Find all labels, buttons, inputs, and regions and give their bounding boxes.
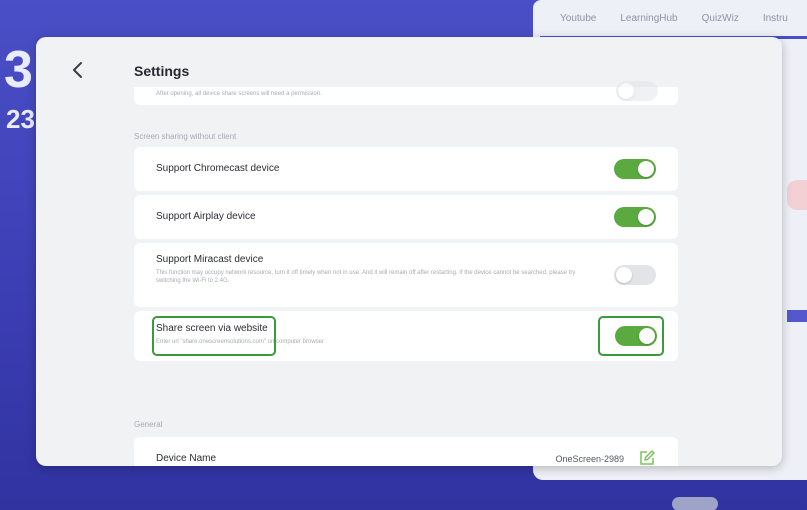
- chromecast-label: Support Chromecast device: [156, 163, 280, 174]
- miracast-description: This function may occupy network resourc…: [156, 270, 576, 284]
- background-accent: [787, 180, 807, 210]
- settings-row-chromecast[interactable]: Support Chromecast device: [134, 147, 678, 191]
- settings-row-miracast[interactable]: Support Miracast device This function ma…: [134, 243, 678, 307]
- background-app-tabs: Youtube LearningHub QuizWiz Instru: [560, 13, 788, 24]
- background-home-indicator[interactable]: [672, 497, 718, 510]
- app-tab-instructions[interactable]: Instru: [763, 13, 788, 24]
- airplay-toggle[interactable]: [614, 207, 656, 227]
- chromecast-toggle[interactable]: [614, 159, 656, 179]
- background-clock-small: 23: [6, 104, 35, 134]
- partial-row-toggle[interactable]: [616, 81, 658, 101]
- miracast-toggle[interactable]: [614, 265, 656, 285]
- settings-row-partial[interactable]: After opening, all device share screens …: [134, 81, 678, 105]
- settings-row-airplay[interactable]: Support Airplay device: [134, 195, 678, 239]
- highlight-box-label: [152, 316, 276, 356]
- app-tab-quizwiz[interactable]: QuizWiz: [702, 13, 739, 24]
- page-title: Settings: [134, 63, 190, 79]
- section-label-screen-sharing: Screen sharing without client: [134, 132, 237, 141]
- device-name-value: OneScreen-2989: [555, 454, 624, 464]
- background-clock-large: 3: [4, 41, 33, 99]
- settings-row-device-name[interactable]: Device Name OneScreen-2989: [134, 437, 678, 466]
- chevron-left-icon: [73, 62, 82, 78]
- edit-icon[interactable]: [638, 449, 656, 466]
- app-tab-youtube[interactable]: Youtube: [560, 13, 596, 24]
- settings-row-partial-desc: After opening, all device share screens …: [156, 91, 322, 97]
- section-label-general: General: [134, 420, 163, 429]
- app-tab-learninghub[interactable]: LearningHub: [620, 13, 677, 24]
- back-button[interactable]: [58, 55, 98, 85]
- settings-dialog: Settings After opening, all device share…: [36, 37, 782, 466]
- airplay-label: Support Airplay device: [156, 211, 256, 222]
- miracast-label: Support Miracast device: [156, 254, 264, 265]
- background-stripe: [787, 310, 807, 322]
- device-name-label: Device Name: [156, 453, 217, 464]
- highlight-box-toggle: [598, 316, 664, 356]
